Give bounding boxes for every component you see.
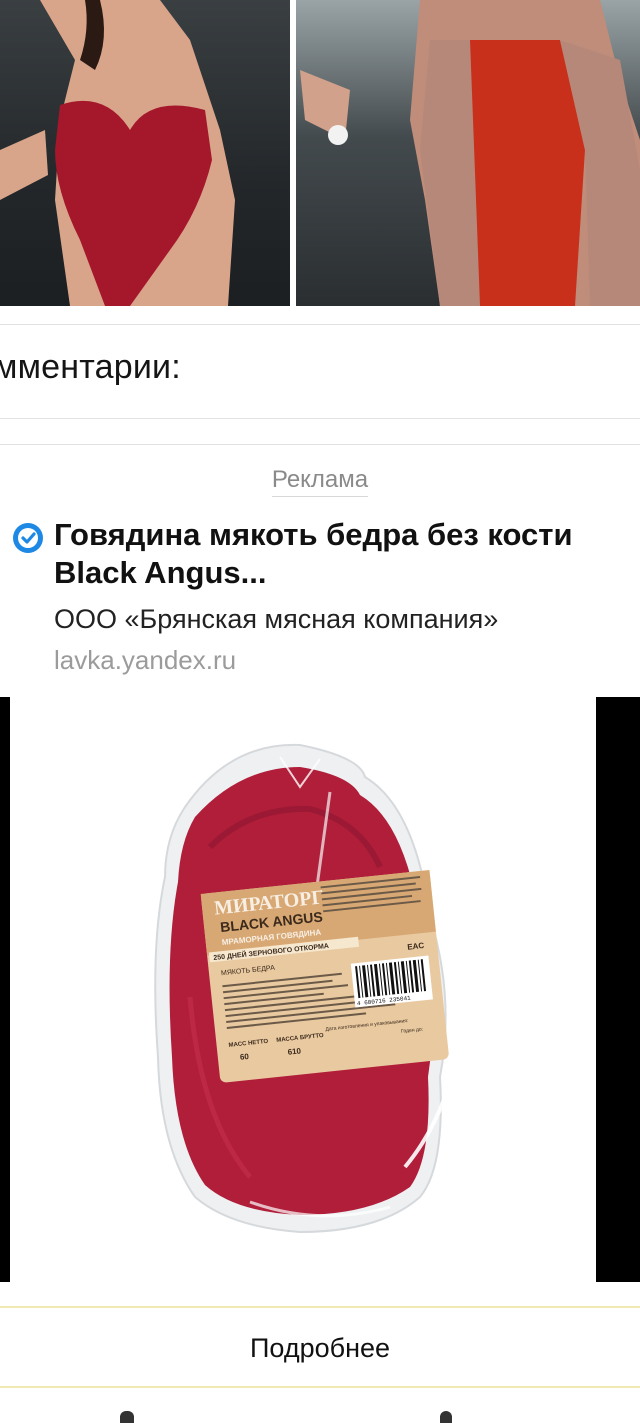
label-net-value: 60	[239, 1052, 249, 1062]
top-post-photo[interactable]	[0, 0, 640, 306]
ad-label: Реклама	[0, 466, 640, 497]
label-gross-value: 610	[287, 1046, 302, 1056]
ad-domain-link[interactable]: lavka.yandex.ru	[54, 645, 236, 676]
photo-illustration	[0, 0, 640, 306]
cutoff-next-text	[0, 1405, 640, 1423]
ad-label-text: Реклама	[271, 466, 369, 497]
divider-line	[0, 324, 640, 325]
button-border-top	[0, 1306, 640, 1308]
comments-heading: мментарии:	[0, 348, 181, 386]
meat-package-illustration: МИРАТОРГ BLACK ANGUS МРАМОРНАЯ ГОВЯДИНА …	[154, 743, 449, 1234]
ad-advertiser: ООО «Брянская мясная компания»	[54, 604, 499, 634]
label-eac: EAC	[407, 941, 425, 952]
ad-title[interactable]: Говядина мякоть бедра без кости Black An…	[54, 516, 634, 592]
ad-product-image[interactable]: МИРАТОРГ BLACK ANGUS МРАМОРНАЯ ГОВЯДИНА …	[0, 697, 640, 1282]
divider-line	[0, 444, 640, 445]
divider-line	[0, 418, 640, 419]
photo-divider	[290, 0, 296, 306]
more-details-button[interactable]: Подробнее	[0, 1310, 640, 1386]
button-border-bottom	[0, 1386, 640, 1388]
verified-check-icon	[13, 523, 43, 553]
